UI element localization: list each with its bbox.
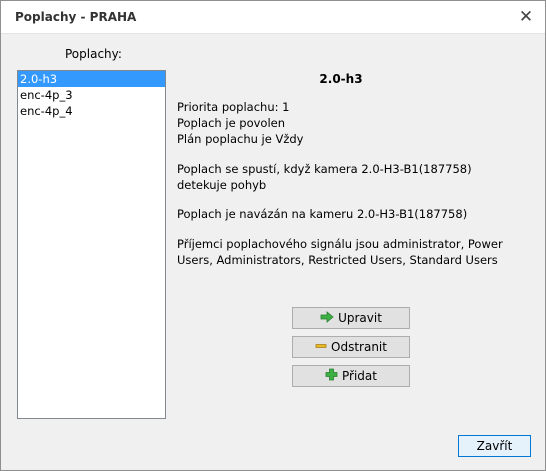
alarm-list-item[interactable]: enc-4p_4 (18, 103, 165, 119)
plus-icon (325, 368, 338, 384)
close-icon[interactable]: ✕ (515, 7, 537, 27)
alarms-dialog: Poplachy - PRAHA ✕ Poplachy: 2.0-h3 enc-… (0, 0, 546, 471)
alarm-trigger-text: Poplach se spustí, když kamera 2.0-H3-B1… (177, 162, 472, 192)
add-button[interactable]: Přidat (292, 365, 410, 387)
close-button-label: Zavřít (476, 439, 513, 453)
title-bar: Poplachy - PRAHA ✕ (1, 1, 545, 34)
alarm-recipients-text: Příjemci poplachového signálu jsou admin… (177, 237, 503, 267)
remove-button-label: Odstranit (331, 340, 387, 354)
minus-icon (315, 340, 327, 355)
add-button-label: Přidat (342, 369, 377, 383)
alarms-list-label: Poplachy: (65, 47, 122, 61)
alarm-enabled-text: Poplach je povolen (177, 116, 286, 130)
alarm-list-item[interactable]: 2.0-h3 (18, 71, 165, 87)
remove-button[interactable]: Odstranit (292, 336, 410, 358)
alarm-schedule-text: Plán poplachu je Vždy (177, 132, 304, 146)
arrow-right-icon (320, 310, 334, 326)
alarm-detail-title: 2.0-h3 (319, 72, 363, 86)
alarm-list-item[interactable]: enc-4p_3 (18, 87, 165, 103)
close-button[interactable]: Zavřít (458, 435, 531, 457)
alarm-camera-text: Poplach je navázán na kameru 2.0-H3-B1(1… (177, 207, 468, 221)
alarms-listbox[interactable]: 2.0-h3 enc-4p_3 enc-4p_4 (17, 70, 166, 419)
alarm-priority-text: Priorita poplachu: 1 (177, 100, 290, 114)
edit-button[interactable]: Upravit (292, 307, 410, 329)
window-title: Poplachy - PRAHA (15, 10, 137, 24)
edit-button-label: Upravit (338, 311, 382, 325)
